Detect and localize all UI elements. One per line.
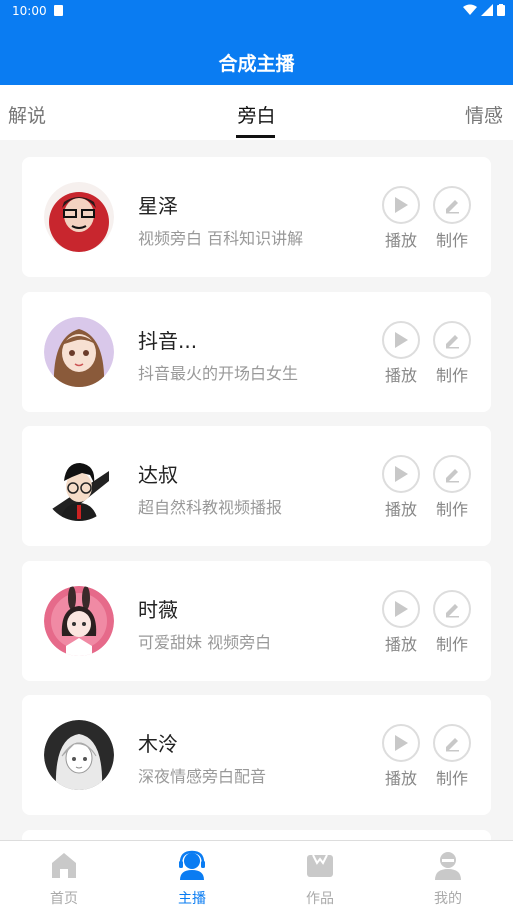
anchor-description: 深夜情感旁白配音 [138,767,267,786]
anchor-card[interactable]: 达叔 超自然科教视频播报 播放 制作 [22,426,491,546]
edit-icon [446,335,459,349]
play-button[interactable]: 播放 [381,321,421,386]
bottom-nav: 首页 主播 作品 我的 [0,840,513,912]
wifi-icon [463,4,477,15]
play-label: 播放 [384,635,417,654]
nav-works[interactable]: 作品 [256,841,384,912]
play-label: 播放 [384,231,417,250]
make-label: 制作 [435,366,468,385]
anchor-card[interactable]: 抖音... 抖音最火的开场白女生 播放 制作 [22,292,491,412]
anchor-card[interactable]: 木泠 深夜情感旁白配音 播放 制作 [22,695,491,815]
make-button[interactable]: 制作 [432,321,472,386]
avatar [44,451,114,521]
play-icon [395,466,408,482]
anchor-card-partial[interactable] [22,830,491,840]
play-button[interactable]: 播放 [381,186,421,251]
anchor-description: 可爱甜妹 视频旁白 [138,633,272,652]
anchor-card[interactable]: 时薇 可爱甜妹 视频旁白 播放 制作 [22,561,491,681]
edit-icon [446,469,459,483]
play-button[interactable]: 播放 [381,590,421,655]
avatar [44,586,114,656]
tab-voiceover[interactable]: 旁白 [0,101,513,128]
anchor-list[interactable]: 星泽 视频旁白 百科知识讲解 播放 制作 抖音... 抖音最火的开场白女生 播放… [0,140,513,840]
page-title: 合成主播 [218,53,295,75]
notification-icon [54,5,63,16]
nav-home-label: 首页 [50,891,78,907]
play-icon [395,197,408,213]
anchor-description: 视频旁白 百科知识讲解 [138,229,304,248]
nav-anchor[interactable]: 主播 [128,841,256,912]
edit-icon [446,604,459,618]
anchor-name: 达叔 [138,463,178,487]
make-label: 制作 [435,231,468,250]
play-icon [395,735,408,751]
play-label: 播放 [384,769,417,788]
nav-home[interactable]: 首页 [0,841,128,912]
tab-emotion[interactable]: 情感 [465,101,503,128]
anchor-name: 时薇 [138,598,178,622]
home-icon [52,853,76,878]
status-time: 10:00 [12,4,47,18]
anchor-icon [179,850,205,880]
anchor-description: 超自然科教视频播报 [138,498,283,517]
nav-profile[interactable]: 我的 [384,841,512,912]
make-button[interactable]: 制作 [432,186,472,251]
title-bar: 合成主播 [0,24,513,85]
make-label: 制作 [435,635,468,654]
tab-bar: 解说 旁白 情感 [0,85,513,140]
nav-works-label: 作品 [306,891,334,907]
avatar [44,182,114,252]
tab-indicator [236,135,275,138]
play-button[interactable]: 播放 [381,455,421,520]
play-label: 播放 [384,500,417,519]
anchor-name: 木泠 [138,732,178,756]
play-label: 播放 [384,366,417,385]
nav-anchor-label: 主播 [178,891,206,907]
status-bar: 10:00 [0,0,513,24]
make-button[interactable]: 制作 [432,724,472,789]
battery-icon [497,4,505,16]
nav-profile-label: 我的 [434,891,462,907]
make-button[interactable]: 制作 [432,590,472,655]
signal-icon [481,4,493,16]
play-icon [395,332,408,348]
edit-icon [446,738,459,752]
make-label: 制作 [435,769,468,788]
anchor-name: 星泽 [138,194,178,218]
anchor-description: 抖音最火的开场白女生 [138,364,299,383]
edit-icon [446,200,459,214]
avatar [44,317,114,387]
profile-icon [435,852,461,880]
play-icon [395,601,408,617]
anchor-card[interactable]: 星泽 视频旁白 百科知识讲解 播放 制作 [22,157,491,277]
anchor-name: 抖音... [138,329,198,353]
make-button[interactable]: 制作 [432,455,472,520]
play-button[interactable]: 播放 [381,724,421,789]
works-icon [307,854,333,877]
avatar [44,720,114,790]
make-label: 制作 [435,500,468,519]
